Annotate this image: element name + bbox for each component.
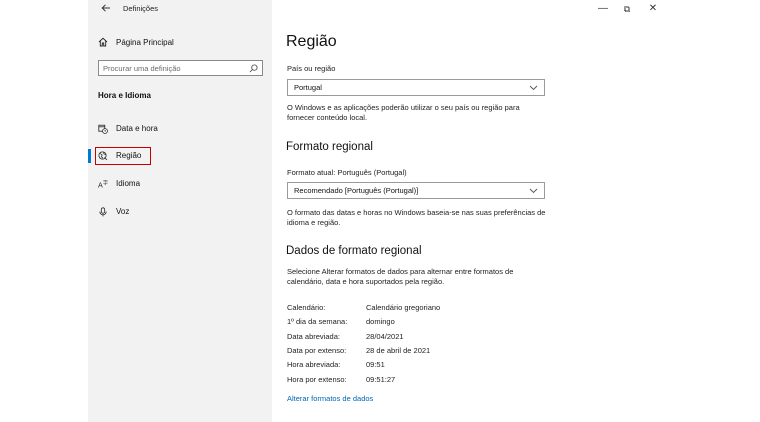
format-data-key: Hora por extenso: [287, 375, 347, 384]
selection-accent-bar [88, 149, 91, 163]
regional-format-dropdown-value: Recomendado [Português (Portugal)] [294, 186, 419, 195]
sidebar-item-language[interactable]: A字 Idioma [88, 175, 272, 193]
sidebar-home-link[interactable]: Página Principal [98, 35, 263, 49]
sidebar-item-region[interactable]: Região [88, 147, 272, 165]
sidebar-item-date-time[interactable]: Data e hora [88, 120, 272, 138]
current-format-label: Formato atual: Português (Portugal) [287, 168, 407, 177]
format-data-key: Hora abreviada: [287, 360, 341, 369]
globe-region-icon [98, 151, 108, 161]
search-icon[interactable] [248, 63, 258, 73]
format-data-key: 1º dia da semana: [287, 317, 348, 326]
format-data-row: Data abreviada: 28/04/2021 [287, 332, 547, 342]
country-dropdown-value: Portugal [294, 83, 322, 92]
language-icon: A字 [98, 179, 108, 190]
back-button[interactable] [98, 2, 114, 18]
svg-text:字: 字 [103, 180, 108, 187]
change-data-formats-link[interactable]: Alterar formatos de dados [287, 394, 373, 403]
close-button[interactable]: ✕ [646, 3, 660, 15]
arrow-left-icon [101, 4, 110, 12]
chevron-down-icon [528, 83, 538, 93]
regional-format-dropdown[interactable]: Recomendado [Português (Portugal)] [287, 182, 545, 199]
main-content: — ⧉ ✕ Região País ou região Portugal O W… [272, 0, 672, 422]
maximize-button[interactable]: ⧉ [620, 3, 634, 15]
search-input[interactable] [103, 63, 248, 73]
format-data-value: domingo [366, 317, 395, 326]
chevron-down-icon [528, 186, 538, 196]
country-description: O Windows e as aplicações poderão utiliz… [287, 103, 520, 122]
home-icon [98, 37, 108, 47]
sidebar-item-label: Região [116, 151, 142, 160]
format-data-value: 28/04/2021 [366, 332, 404, 341]
format-data-row: Hora abreviada: 09:51 [287, 360, 547, 370]
format-data-key: Data por extenso: [287, 346, 347, 355]
section-title: Hora e Idioma [98, 91, 151, 100]
format-data-row: Calendário: Calendário gregoriano [287, 303, 547, 313]
format-data-value: 09:51 [366, 360, 385, 369]
home-label: Página Principal [116, 37, 174, 47]
settings-window: Definições Página Principal Hora e Idiom… [88, 0, 672, 422]
sidebar-item-label: Data e hora [116, 124, 158, 133]
country-dropdown[interactable]: Portugal [287, 79, 545, 96]
sidebar-item-label: Idioma [116, 179, 141, 188]
format-data-value: Calendário gregoriano [366, 303, 441, 312]
country-label: País ou região [287, 64, 336, 73]
format-data-row: Data por extenso: 28 de abril de 2021 [287, 346, 547, 356]
format-data-value: 28 de abril de 2021 [366, 346, 431, 355]
format-data-key: Calendário: [287, 303, 326, 312]
search-box[interactable] [98, 60, 263, 76]
minimize-button[interactable]: — [596, 3, 610, 15]
format-data-row: Hora por extenso: 09:51:27 [287, 375, 547, 385]
format-data-description: Selecione Alterar formatos de dados para… [287, 267, 514, 286]
page-title: Região [286, 33, 337, 50]
sidebar-item-voice[interactable]: Voz [88, 203, 272, 221]
format-data-key: Data abreviada: [287, 332, 340, 341]
format-data-row: 1º dia da semana: domingo [287, 317, 547, 327]
sidebar-item-label: Voz [116, 207, 130, 216]
format-data-value: 09:51:27 [366, 375, 396, 384]
clock-calendar-icon [98, 124, 108, 134]
regional-format-heading: Formato regional [286, 141, 373, 153]
format-data-heading: Dados de formato regional [286, 245, 422, 257]
sidebar: Definições Página Principal Hora e Idiom… [88, 0, 272, 422]
regional-format-description: O formato das datas e horas no Windows b… [287, 208, 546, 227]
microphone-icon [98, 207, 108, 217]
app-title: Definições [123, 4, 159, 13]
